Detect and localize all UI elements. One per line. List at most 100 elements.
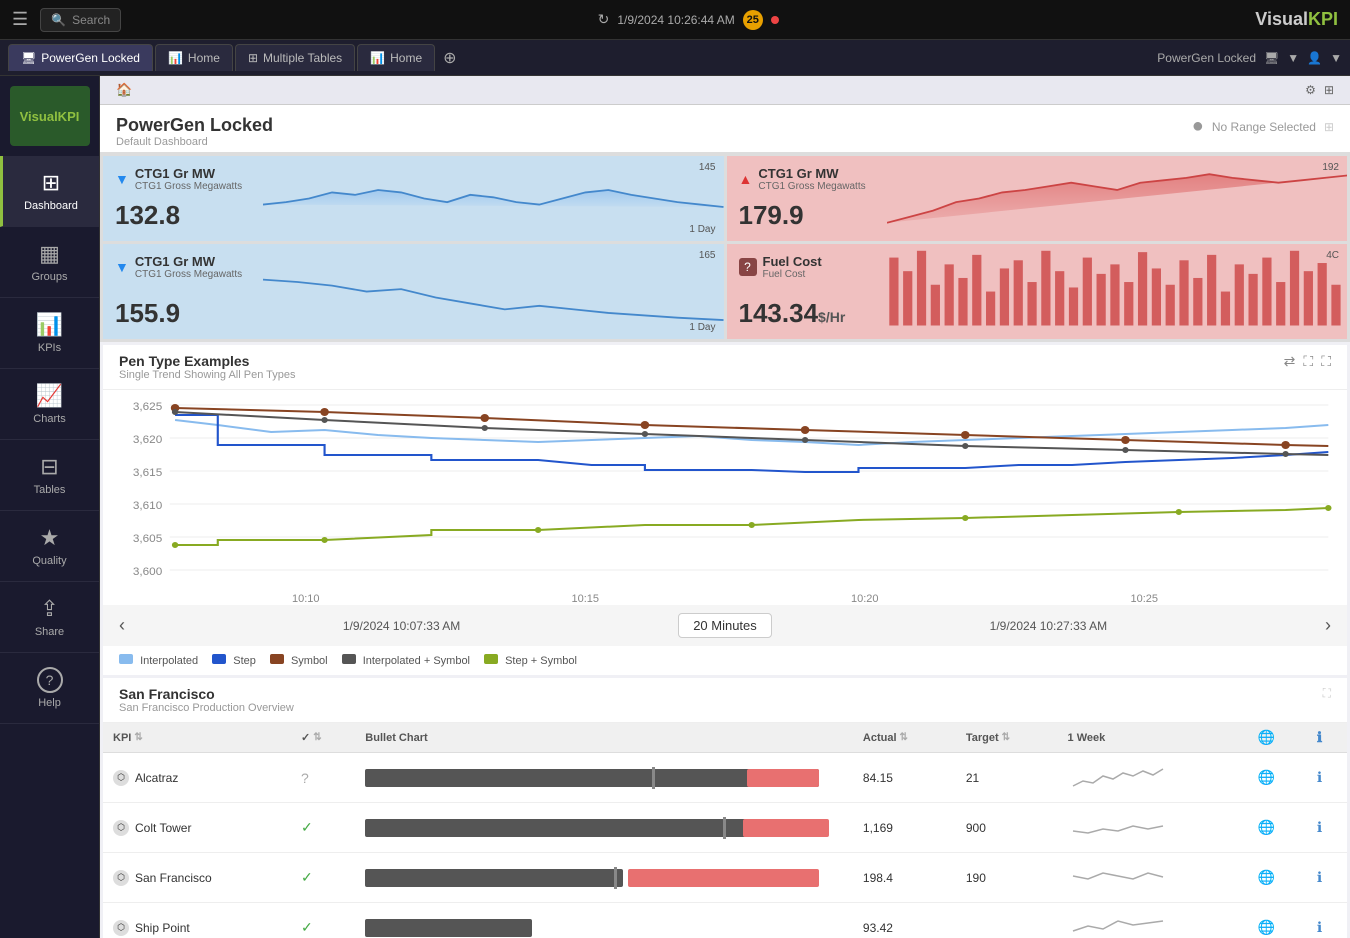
grid-icon[interactable]: ⊞ — [1324, 83, 1334, 97]
topbar-right: VisualKPI — [1255, 9, 1338, 30]
dashboard-header-right: ● No Range Selected ⊞ — [1192, 115, 1334, 138]
sidebar-item-dashboard[interactable]: ⊞ Dashboard — [0, 156, 99, 227]
trend-duration[interactable]: 20 Minutes — [678, 613, 772, 638]
sidebar-item-kpis[interactable]: 📊 KPIs — [0, 298, 99, 369]
col-world: 🌐 — [1248, 723, 1307, 753]
kpi-icon: ⬡ — [113, 770, 129, 786]
kpi-chart-1-max: 145 — [699, 162, 716, 173]
row-info-alcatraz[interactable]: ℹ — [1307, 753, 1347, 803]
sidebar-item-label: Groups — [31, 271, 67, 283]
sf-expand-icon[interactable]: ⛶ — [1323, 686, 1331, 701]
kpi-card-4[interactable]: ? Fuel Cost Fuel Cost 143.34$/Hr 4C — [727, 244, 1348, 339]
row-status-colt-tower: ✓ — [291, 803, 355, 853]
row-name-ship-point: ⬡ Ship Point — [103, 903, 291, 938]
world-link-icon[interactable]: 🌐 — [1258, 819, 1275, 835]
topbar: ☰ 🔍 Search ↻ 1/9/2024 10:26:44 AM 25 Vis… — [0, 0, 1350, 40]
info-link-icon[interactable]: ℹ — [1317, 919, 1322, 935]
sf-header-icons: ⛶ — [1323, 686, 1331, 701]
trend-icons: ⇄ ⛶ ⛶ — [1284, 353, 1331, 370]
table-row: ⬡ Colt Tower ✓ — [103, 803, 1347, 853]
user-dropdown-icon[interactable]: ▼ — [1330, 51, 1342, 65]
tab-icon: 📊 — [168, 51, 183, 65]
legend-dot-interp-symbol — [342, 654, 356, 664]
info-link-icon[interactable]: ℹ — [1317, 869, 1322, 885]
info-link-icon[interactable]: ℹ — [1317, 769, 1322, 785]
tab-home-2[interactable]: 📊 Home — [357, 44, 435, 71]
trend-fullscreen-icon[interactable]: ⛶ — [1321, 353, 1331, 370]
sidebar-item-share[interactable]: ⇪ Share — [0, 582, 99, 653]
kpi-card-2[interactable]: ▲ CTG1 Gr MW CTG1 Gross Megawatts 179.9 … — [727, 156, 1348, 241]
kpi-card-4-left: ? Fuel Cost Fuel Cost 143.34$/Hr — [727, 244, 887, 339]
add-tab-icon[interactable]: ⊕ — [437, 48, 462, 68]
sidebar-item-charts[interactable]: 📈 Charts — [0, 369, 99, 440]
tab-powergen-locked[interactable]: 🖥 PowerGen Locked — [8, 44, 153, 71]
col-status[interactable]: ✓ ⇅ — [291, 723, 355, 753]
hamburger-icon[interactable]: ☰ — [12, 9, 28, 30]
sidebar-logo-text: VisualKPI — [20, 109, 80, 124]
sidebar-item-help[interactable]: ? Help — [0, 653, 99, 724]
world-link-icon[interactable]: 🌐 — [1258, 769, 1275, 785]
row-status-ship-point: ✓ — [291, 903, 355, 938]
sf-title-block: San Francisco San Francisco Production O… — [119, 686, 294, 714]
kpi-card-3[interactable]: ▼ CTG1 Gr MW CTG1 Gross Megawatts 155.9 … — [103, 244, 724, 339]
col-chart: Bullet Chart — [355, 723, 853, 753]
tab-label: Multiple Tables — [263, 51, 342, 65]
tab-multiple-tables[interactable]: ⊞ Multiple Tables — [235, 44, 355, 71]
tab-home-1[interactable]: 📊 Home — [155, 44, 233, 71]
trend-expand-icon[interactable]: ⛶ — [1303, 353, 1313, 370]
row-info-colt-tower[interactable]: ℹ — [1307, 803, 1347, 853]
kpi-card-3-sub: CTG1 Gross Megawatts — [135, 269, 242, 280]
col-kpi[interactable]: KPI ⇅ — [103, 723, 291, 753]
search-bar[interactable]: 🔍 Search — [40, 8, 121, 32]
col-target[interactable]: Target ⇅ — [956, 723, 1058, 753]
kpi-card-3-left: ▼ CTG1 Gr MW CTG1 Gross Megawatts 155.9 — [103, 244, 263, 339]
gear-icon[interactable]: ⚙ — [1305, 83, 1316, 97]
trend-next-btn[interactable]: › — [1325, 615, 1331, 636]
trend-prev-btn[interactable]: ‹ — [119, 615, 125, 636]
info-icon[interactable]: ℹ — [1317, 729, 1322, 745]
row-status-alcatraz: ? — [291, 753, 355, 803]
trend-chart-svg: 3,625 3,620 3,615 3,610 3,605 3,600 — [111, 390, 1339, 590]
kpi-icon: ⬡ — [113, 920, 129, 936]
tables-icon: ⊟ — [40, 454, 58, 480]
info-link-icon[interactable]: ℹ — [1317, 819, 1322, 835]
sidebar-item-quality[interactable]: ★ Quality — [0, 511, 99, 582]
refresh-icon[interactable]: ↻ — [598, 11, 610, 28]
row-world-colt-tower[interactable]: 🌐 — [1248, 803, 1307, 853]
sidebar-item-tables[interactable]: ⊟ Tables — [0, 440, 99, 511]
kpi-status-down-icon-2: ▼ — [115, 259, 129, 275]
row-world-alcatraz[interactable]: 🌐 — [1248, 753, 1307, 803]
alert-badge[interactable]: 25 — [743, 10, 763, 30]
world-link-icon[interactable]: 🌐 — [1258, 869, 1275, 885]
table-row: ⬡ San Francisco ✓ — [103, 853, 1347, 903]
monitor-icon: 🖥 — [1264, 51, 1279, 65]
dashboard-grid-icon[interactable]: ⊞ — [1324, 120, 1334, 134]
trend-start-datetime: 1/9/2024 10:07:33 AM — [343, 619, 460, 633]
world-icon[interactable]: 🌐 — [1258, 729, 1275, 745]
trend-x-labels: 10:10 10:15 10:20 10:25 — [111, 593, 1339, 605]
row-name-colt-tower: ⬡ Colt Tower — [103, 803, 291, 853]
row-world-ship-point[interactable]: 🌐 — [1248, 903, 1307, 938]
trend-swap-icon[interactable]: ⇄ — [1284, 353, 1296, 370]
legend-dot-step — [212, 654, 226, 664]
row-world-sf[interactable]: 🌐 — [1248, 853, 1307, 903]
svg-text:3,610: 3,610 — [133, 500, 162, 512]
world-link-icon[interactable]: 🌐 — [1258, 919, 1275, 935]
user-icon[interactable]: 👤 — [1307, 51, 1322, 65]
row-chart-ship-point — [355, 903, 853, 938]
toggle-circle[interactable]: ● — [1192, 115, 1204, 138]
dashboard-title: PowerGen Locked — [116, 115, 273, 136]
kpi-cards-grid: ▼ CTG1 Gr MW CTG1 Gross Megawatts 132.8 … — [100, 153, 1350, 342]
row-info-sf[interactable]: ℹ — [1307, 853, 1347, 903]
kpi-card-2-left: ▲ CTG1 Gr MW CTG1 Gross Megawatts 179.9 — [727, 156, 887, 241]
dropdown-icon[interactable]: ▼ — [1287, 51, 1299, 65]
sidebar-item-groups[interactable]: ▦ Groups — [0, 227, 99, 298]
row-info-ship-point[interactable]: ℹ — [1307, 903, 1347, 938]
status-check-icon-2: ✓ — [301, 869, 313, 885]
row-chart-sf — [355, 853, 853, 903]
trend-subtitle: Single Trend Showing All Pen Types — [119, 369, 296, 381]
kpi-card-1[interactable]: ▼ CTG1 Gr MW CTG1 Gross Megawatts 132.8 … — [103, 156, 724, 241]
page-header-icons: ⚙ ⊞ — [1305, 83, 1334, 97]
col-actual[interactable]: Actual ⇅ — [853, 723, 956, 753]
kpi-card-1-sub: CTG1 Gross Megawatts — [135, 181, 242, 192]
